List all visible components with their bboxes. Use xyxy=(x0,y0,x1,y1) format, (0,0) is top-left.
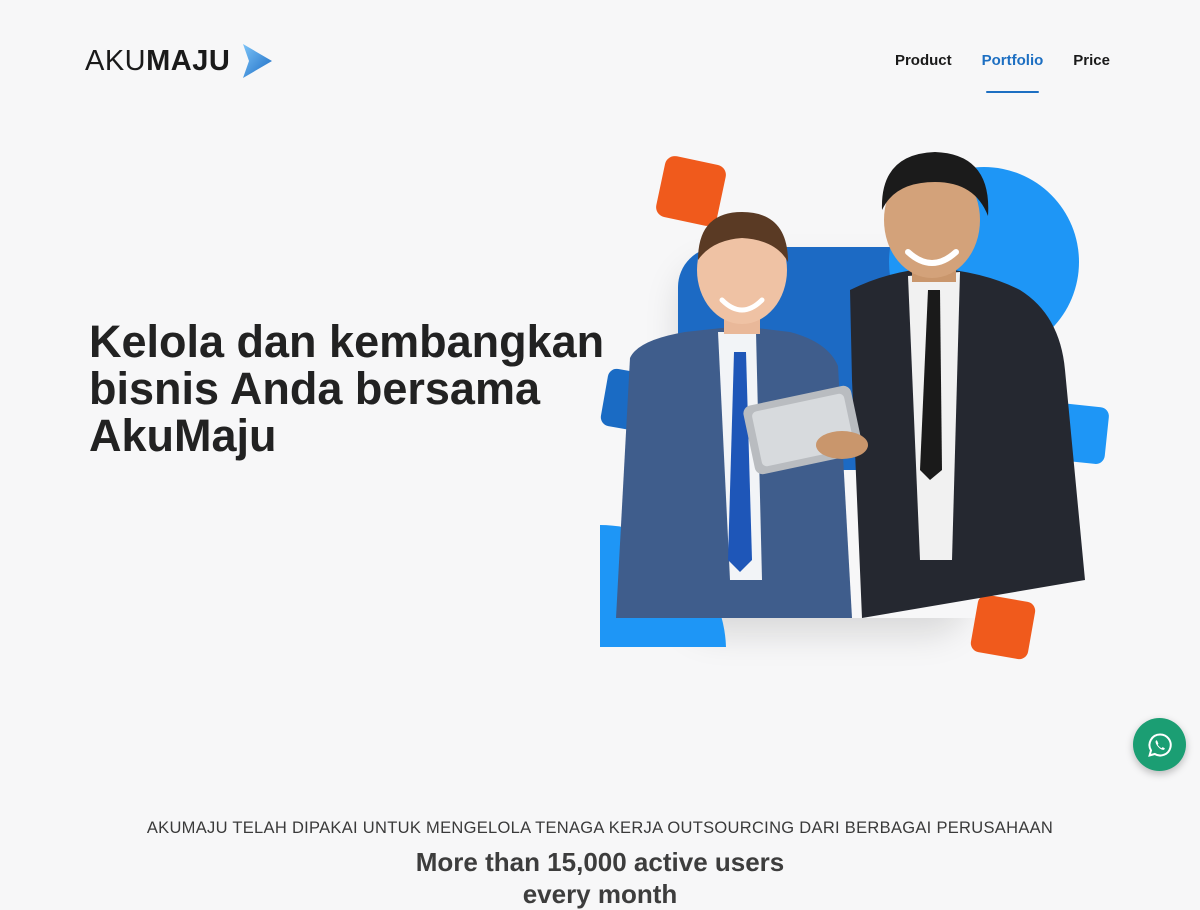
whatsapp-icon xyxy=(1147,732,1172,757)
logo-arrow-icon xyxy=(243,44,273,78)
nav-product[interactable]: Product xyxy=(895,52,952,93)
nav-price[interactable]: Price xyxy=(1073,52,1110,93)
users-headline: More than 15,000 active users every mont… xyxy=(0,846,1200,910)
users-headline-line1: More than 15,000 active users xyxy=(415,847,785,877)
orange-square-top xyxy=(656,156,726,226)
brand-logo[interactable]: AKUMAJU xyxy=(85,42,274,80)
hero-title: Kelola dan kembangkan bisnis Anda bersam… xyxy=(89,316,605,461)
trust-subtitle: AKUMAJU TELAH DIPAKAI UNTUK MENGELOLA TE… xyxy=(146,819,1054,837)
nav-portfolio[interactable]: Portfolio xyxy=(982,52,1043,93)
hero-illustration xyxy=(600,152,1109,660)
whatsapp-chat-button[interactable] xyxy=(1133,718,1186,771)
orange-square-bottom xyxy=(970,594,1036,660)
logo-wordmark: AKUMAJU xyxy=(85,44,231,77)
main-nav: Product Portfolio Price xyxy=(895,52,1110,93)
users-headline-line2: every month xyxy=(522,879,678,909)
